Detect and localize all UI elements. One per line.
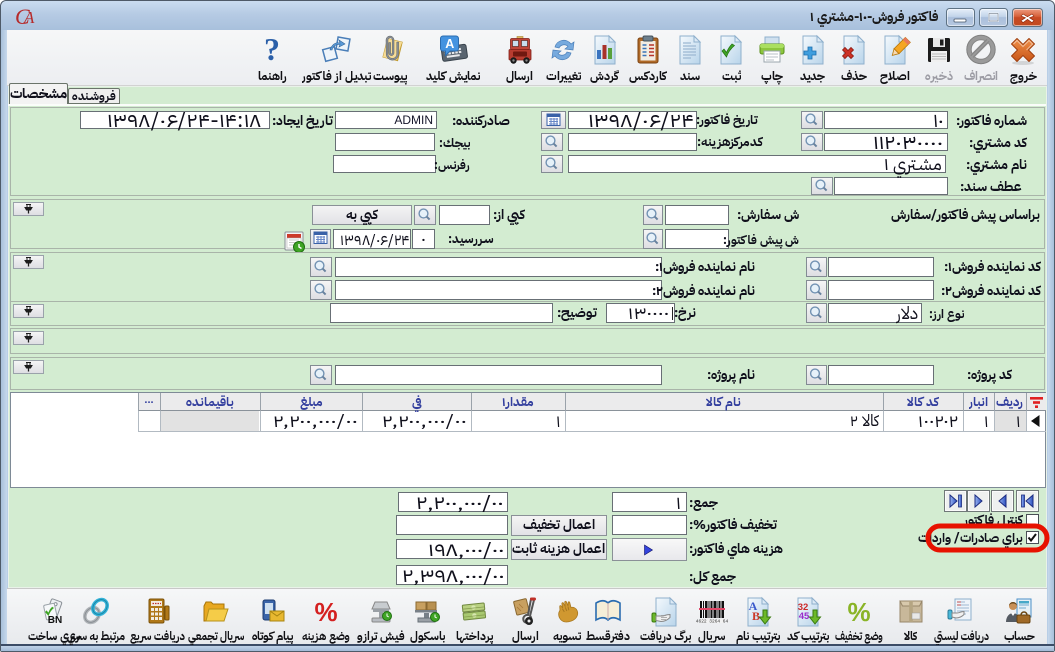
- svg-text:%: %: [847, 597, 870, 627]
- svg-text:?: ?: [264, 34, 280, 66]
- svg-text:B: B: [752, 609, 760, 623]
- svg-text:45: 45: [799, 611, 810, 622]
- svg-text:BN: BN: [48, 615, 62, 626]
- svg-text:4622 3264 64: 4622 3264 64: [696, 619, 728, 625]
- svg-text:%: %: [314, 597, 337, 627]
- svg-text:A: A: [445, 37, 454, 51]
